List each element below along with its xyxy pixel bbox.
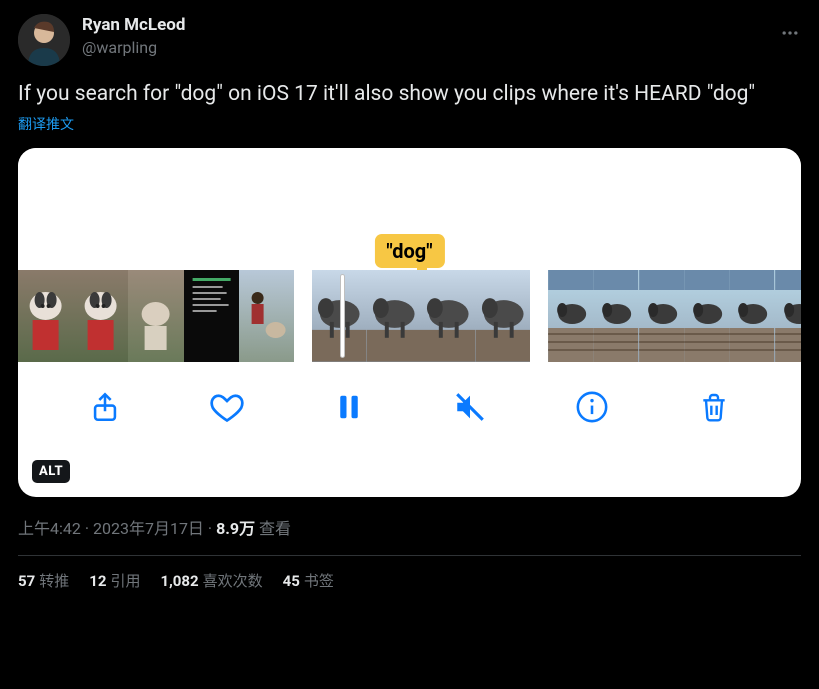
- tweet-stats: 57转推 12引用 1,082喜欢次数 45书签: [18, 570, 801, 591]
- more-button[interactable]: [773, 16, 807, 50]
- likes-stat[interactable]: 1,082喜欢次数: [160, 570, 262, 591]
- mute-icon: [453, 390, 487, 424]
- pause-icon: [334, 392, 364, 422]
- clip-group-1[interactable]: [18, 270, 294, 362]
- author-names: Ryan McLeod @warpling: [82, 14, 185, 59]
- share-icon: [88, 390, 122, 424]
- clip-frame: [729, 270, 774, 362]
- views-count: 8.9万: [216, 519, 255, 538]
- clip-group-2[interactable]: [312, 270, 530, 362]
- clip-frame: [239, 270, 294, 362]
- share-button[interactable]: [83, 385, 127, 429]
- divider: [18, 555, 801, 556]
- translate-link[interactable]: 翻译推文: [18, 114, 74, 134]
- tweet-date[interactable]: 2023年7月17日: [93, 519, 204, 538]
- clip-frame: [367, 270, 422, 362]
- clip-frame: [476, 270, 531, 362]
- clip-frame: [18, 270, 73, 362]
- search-tag: "dog": [374, 234, 444, 268]
- mute-button[interactable]: [448, 385, 492, 429]
- pause-button[interactable]: [327, 385, 371, 429]
- clip-frame: [684, 270, 729, 362]
- trash-button[interactable]: [692, 385, 736, 429]
- clip-frame: [421, 270, 476, 362]
- views-label: 查看: [259, 519, 291, 538]
- media-card[interactable]: "dog": [18, 148, 801, 497]
- bookmarks-stat[interactable]: 45书签: [283, 570, 334, 591]
- clip-frame: [73, 270, 128, 362]
- handle[interactable]: @warpling: [82, 37, 185, 59]
- retweets-stat[interactable]: 57转推: [18, 570, 69, 591]
- info-button[interactable]: [570, 385, 614, 429]
- playhead[interactable]: [340, 274, 345, 358]
- media-toolbar: [18, 362, 801, 452]
- display-name[interactable]: Ryan McLeod: [82, 14, 185, 37]
- more-icon: [780, 23, 800, 43]
- quotes-stat[interactable]: 12引用: [89, 570, 140, 591]
- heart-icon: [209, 389, 245, 425]
- clip-group-3[interactable]: [548, 270, 801, 362]
- clip-frame: [184, 270, 239, 362]
- clip-frame: [593, 270, 638, 362]
- tweet-container: Ryan McLeod @warpling If you search for …: [0, 0, 819, 591]
- clip-frame: [128, 270, 183, 362]
- trash-icon: [698, 391, 730, 423]
- alt-badge[interactable]: ALT: [32, 460, 70, 483]
- meta-line: 上午4:42 · 2023年7月17日 · 8.9万 查看: [18, 515, 801, 539]
- tweet-time[interactable]: 上午4:42: [18, 519, 81, 538]
- avatar-image: [18, 14, 70, 66]
- clip-frame: [775, 270, 801, 362]
- like-button[interactable]: [205, 385, 249, 429]
- video-timeline[interactable]: [18, 270, 801, 362]
- media-top-area: "dog": [18, 148, 801, 270]
- tweet-text: If you search for "dog" on iOS 17 it'll …: [18, 80, 801, 108]
- info-icon: [575, 390, 609, 424]
- clip-frame: [639, 270, 684, 362]
- avatar[interactable]: [18, 14, 70, 66]
- clip-frame: [548, 270, 593, 362]
- tweet-header: Ryan McLeod @warpling: [18, 14, 801, 66]
